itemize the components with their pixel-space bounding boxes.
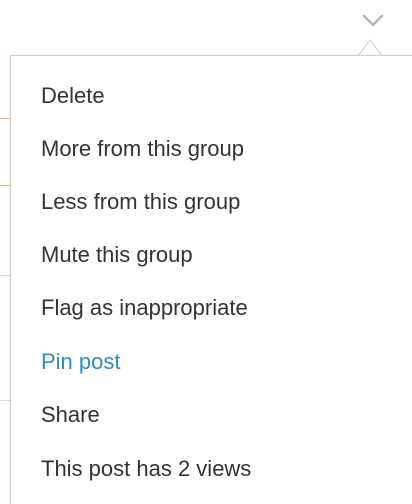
menu-item-delete[interactable]: Delete: [41, 82, 105, 110]
menu-item-less-from-group[interactable]: Less from this group: [41, 188, 240, 216]
post-options-toggle[interactable]: [358, 8, 388, 32]
menu-item-share[interactable]: Share: [41, 401, 100, 429]
menu-item-more-from-group[interactable]: More from this group: [41, 135, 244, 163]
background-divider: [0, 185, 10, 186]
menu-item-mute-group[interactable]: Mute this group: [41, 241, 193, 269]
menu-item-view-count: This post has 2 views: [41, 456, 252, 481]
menu-item-flag-inappropriate[interactable]: Flag as inappropriate: [41, 294, 248, 322]
page: Delete More from this group Less from th…: [0, 0, 412, 504]
post-options-menu: Delete More from this group Less from th…: [10, 55, 412, 504]
menu-item-pin-post[interactable]: Pin post: [41, 348, 121, 376]
background-divider: [0, 275, 10, 276]
background-divider: [0, 400, 10, 401]
chevron-down-icon: [362, 14, 384, 27]
background-divider: [0, 118, 10, 119]
